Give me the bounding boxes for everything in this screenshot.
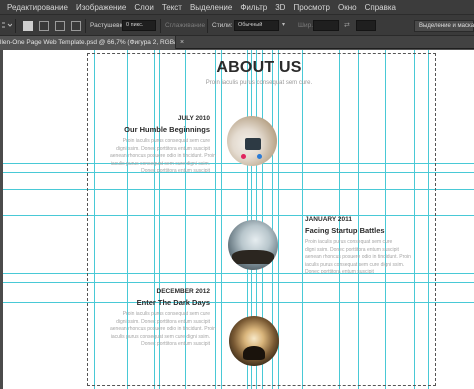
menu-item-type[interactable]: Текст: [158, 3, 186, 12]
divider: [207, 19, 208, 33]
new-selection-icon[interactable]: [23, 21, 33, 31]
menu-item-image[interactable]: Изображение: [72, 3, 130, 12]
menu-item-help[interactable]: Справка: [361, 3, 400, 12]
divider: [160, 19, 161, 33]
timeline-date: JANUARY 2011: [305, 216, 352, 223]
about-subtitle: Proin iaculis purus consequat sem cure.: [205, 80, 313, 86]
document-tab-bar: llen-One Page Web Template.psd @ 66,7% (…: [0, 36, 474, 49]
timeline-heading: Enter The Dark Days: [136, 298, 210, 307]
style-select[interactable]: Обычный: [234, 20, 279, 31]
menu-item-select[interactable]: Выделение: [186, 3, 236, 12]
options-bar: Растушевка: 0 пикс. Сглаживание Стили: О…: [0, 14, 474, 36]
timeline-body: Proin iaculis purus consequat sem cure d…: [305, 239, 411, 275]
menu-item-edit[interactable]: Редактирование: [0, 3, 72, 12]
timeline-heading: Our Humble Beginnings: [124, 125, 210, 134]
select-mask-button[interactable]: Выделение и маска...: [414, 20, 474, 32]
accent-dot: [257, 154, 262, 159]
rock-shape: [232, 250, 274, 264]
timeline-image: [227, 116, 277, 166]
menu-item-layers[interactable]: Слои: [130, 3, 157, 12]
timeline-heading: Facing Startup Battles: [305, 226, 385, 235]
accent-dot: [241, 154, 246, 159]
canvas[interactable]: ABOUT US Proin iaculis purus consequat s…: [3, 50, 474, 389]
timeline-image: [228, 220, 278, 270]
hands-shape: [243, 346, 265, 360]
close-tab-icon[interactable]: ×: [180, 39, 184, 46]
menu-item-view[interactable]: Просмотр: [289, 3, 334, 12]
feather-input[interactable]: 0 пикс.: [122, 20, 156, 31]
divider: [85, 19, 86, 33]
timeline-date: DECEMBER 2012: [156, 288, 210, 295]
antialias-checkbox[interactable]: Сглаживание: [165, 22, 205, 29]
timeline-image: [229, 316, 279, 366]
divider: [15, 19, 16, 33]
timeline-body: Proin iaculis purus consequat sem cure d…: [110, 138, 216, 174]
width-input[interactable]: [313, 20, 339, 31]
subtract-selection-icon[interactable]: [55, 21, 65, 31]
intersect-selection-icon[interactable]: [71, 21, 81, 31]
add-selection-icon[interactable]: [39, 21, 49, 31]
tool-preset-icon[interactable]: [2, 21, 13, 30]
about-title: ABOUT US: [216, 59, 302, 76]
document-tab[interactable]: llen-One Page Web Template.psd @ 66,7% (…: [0, 36, 176, 49]
menu-item-3d[interactable]: 3D: [271, 3, 289, 12]
menu-item-window[interactable]: Окно: [334, 3, 361, 12]
menu-bar: Редактирование Изображение Слои Текст Вы…: [0, 0, 474, 14]
chevron-down-icon[interactable]: ▾: [282, 21, 285, 28]
height-input[interactable]: [356, 20, 376, 31]
swap-icon[interactable]: ⇄: [344, 21, 350, 29]
phone-shape: [245, 138, 261, 150]
menu-item-filter[interactable]: Фильтр: [236, 3, 271, 12]
timeline-date: JULY 2010: [177, 115, 210, 122]
style-label: Стили:: [212, 22, 233, 29]
timeline-body: Proin iaculis purus consequat sem cure d…: [110, 311, 216, 347]
